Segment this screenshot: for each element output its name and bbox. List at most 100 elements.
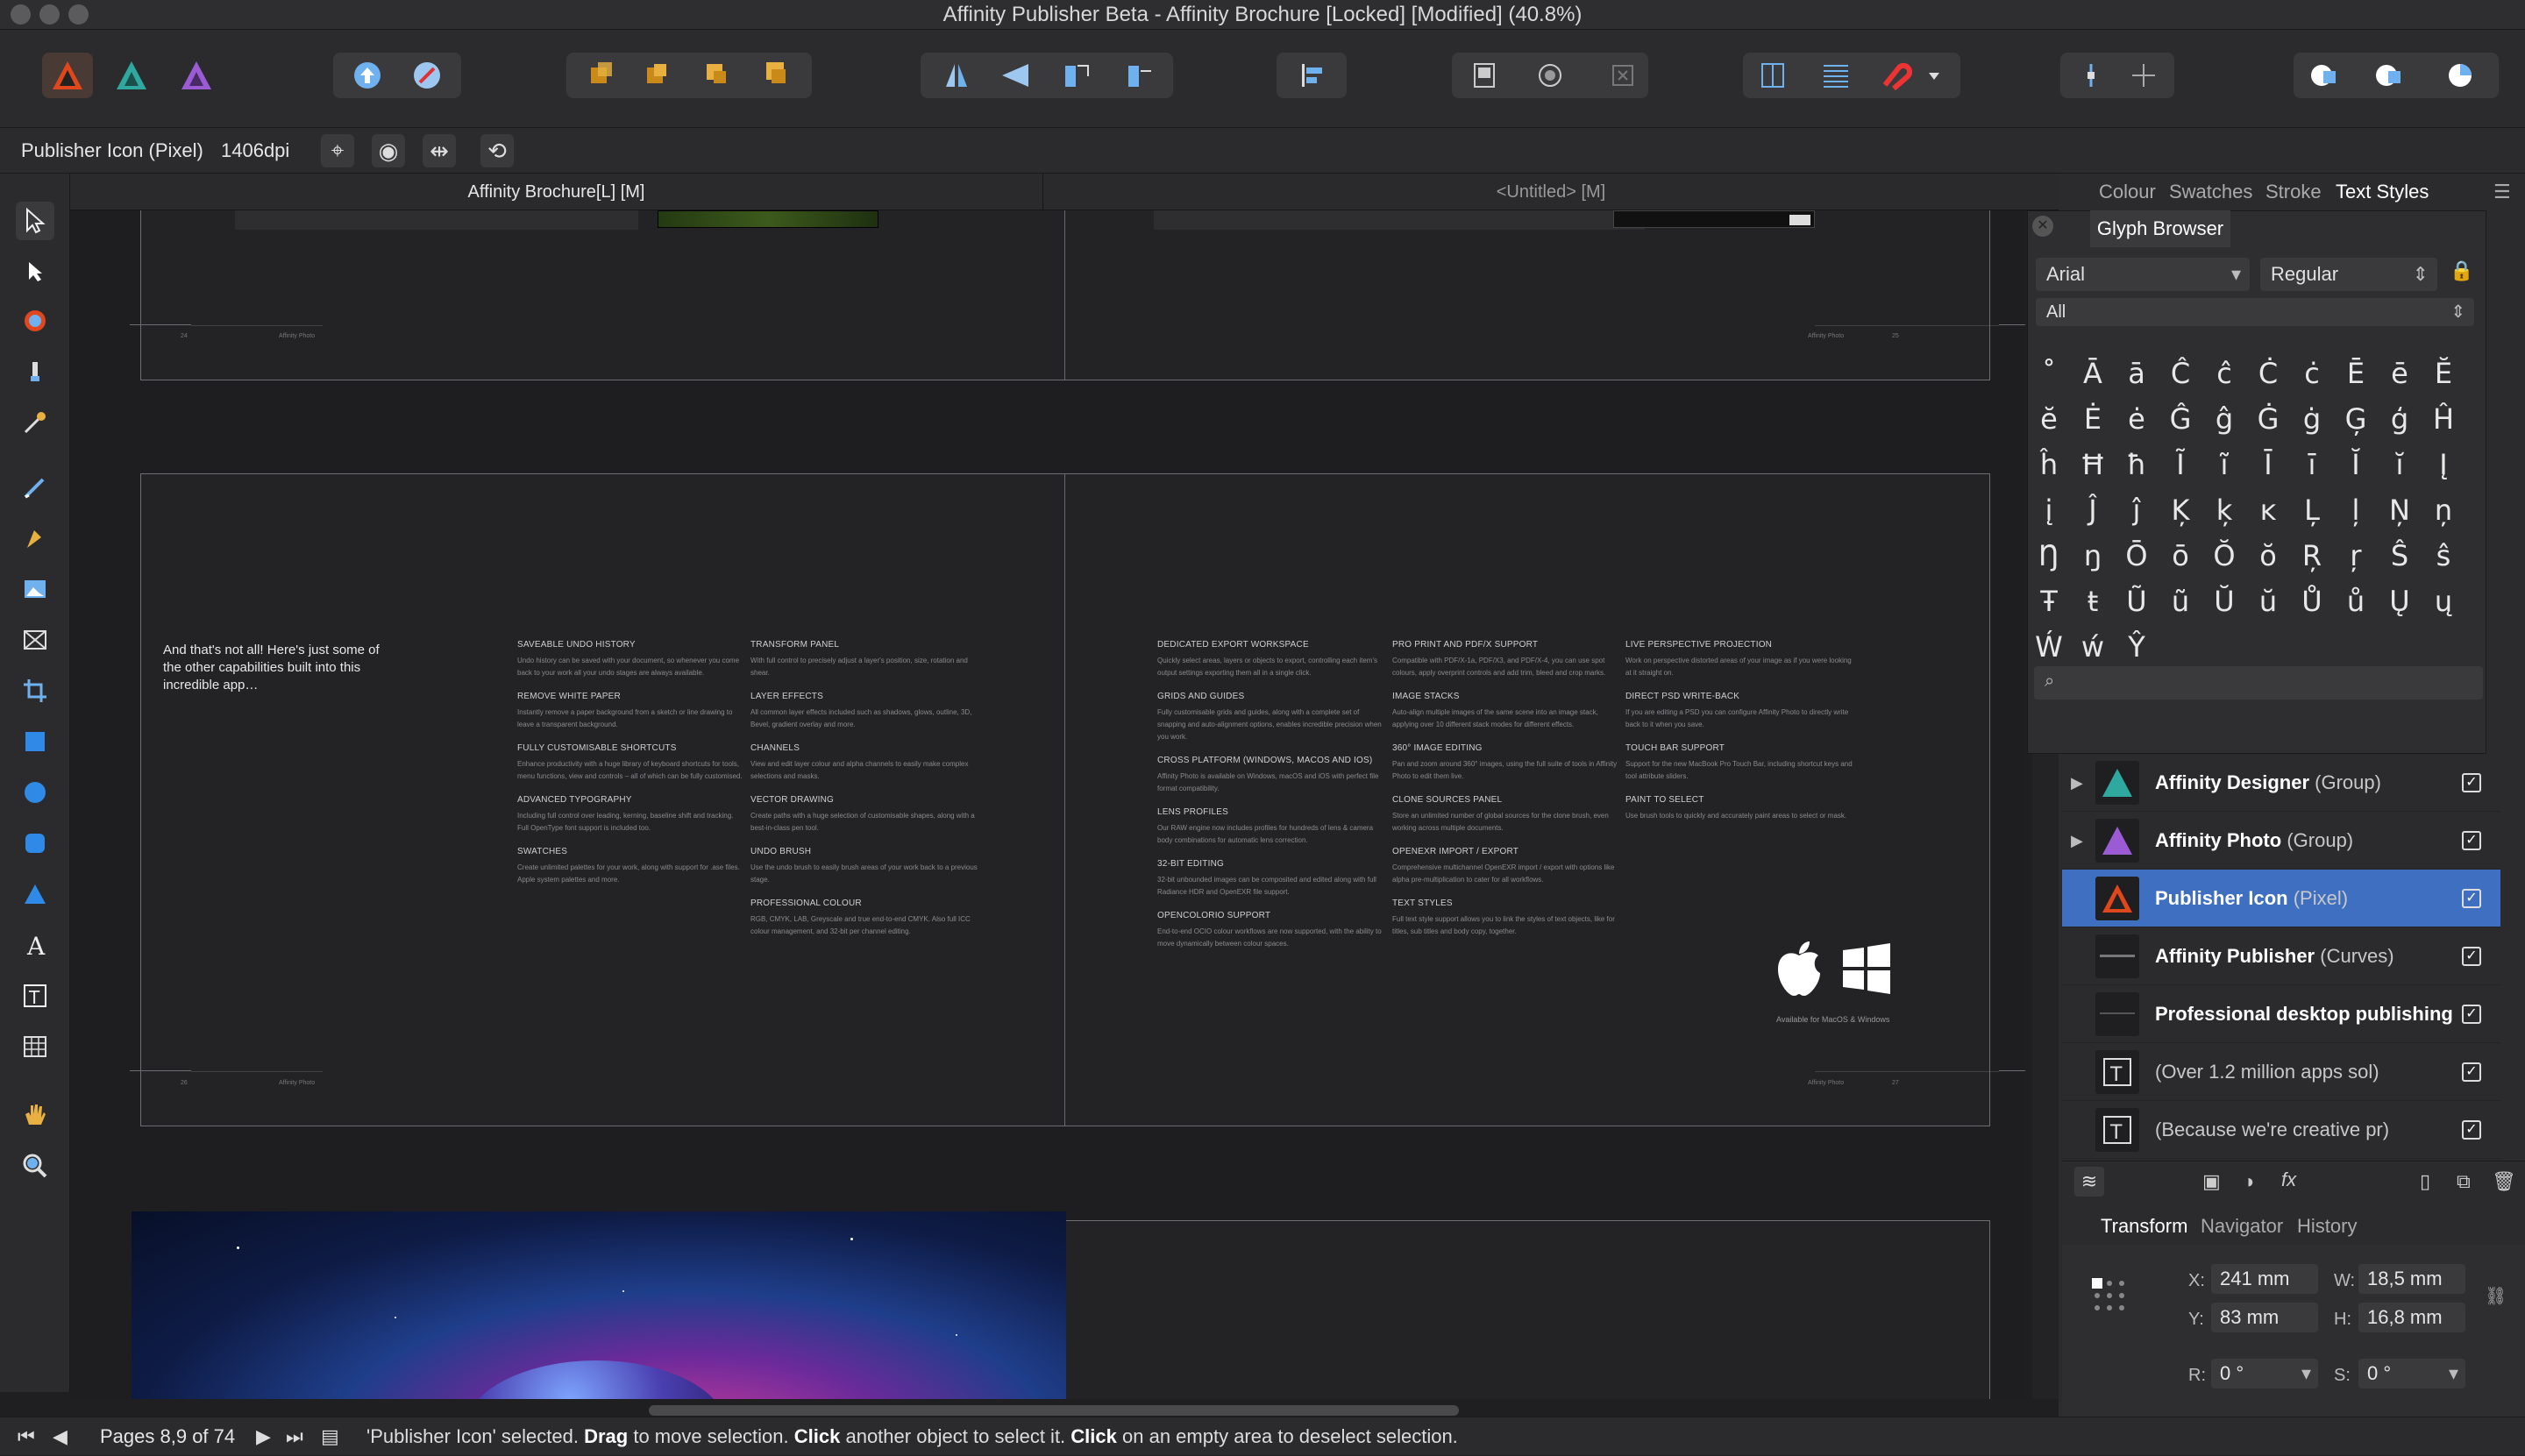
layer-row[interactable]: T (Because we're creative pr) ✓ [2062,1101,2500,1159]
glyph-cell[interactable]: Ĕ [2435,357,2452,390]
glyph-cell[interactable]: Ů [2301,585,2322,618]
glyph-cell[interactable]: Ĵ [2088,494,2096,527]
ellipse-tool-icon[interactable] [16,773,54,812]
pencil-tool-icon[interactable] [16,468,54,507]
glyph-cell[interactable]: ĕ [2040,402,2058,436]
glyph-cell[interactable]: ŭ [2259,585,2277,618]
previous-page-icon[interactable]: ◀ [53,1417,68,1456]
zoom-tool-icon[interactable] [16,1147,54,1185]
tab-colour[interactable]: Colour [2099,174,2156,210]
glyph-cell[interactable]: ĝ [2216,402,2233,436]
glyph-cell[interactable]: ĉ [2216,357,2232,390]
glyph-cell[interactable]: Ģ [2345,402,2367,436]
glyph-cell[interactable]: ŝ [2436,539,2451,572]
expand-arrow-icon[interactable]: ▶ [2071,754,2083,812]
glyph-cell[interactable]: Ķ [2172,494,2190,527]
glyph-cell[interactable]: ĭ [2396,448,2404,481]
eyedropper-icon[interactable] [16,403,54,442]
pages-panel-icon[interactable]: ▤ [321,1417,339,1456]
glyph-cell[interactable]: Ĭ [2351,448,2359,481]
layer-row[interactable]: Professional desktop publishing ✓ [2062,985,2500,1043]
first-page-icon[interactable]: ⏮ [18,1417,35,1456]
glyph-cell[interactable]: Ė [2084,402,2102,436]
colour-picker-icon[interactable] [16,302,54,340]
add-page-icon[interactable]: ▯ [2420,1170,2430,1193]
glyph-grid[interactable]: ˚ Āā Ĉĉ Ċċ Ēē Ĕĕ Ėė Ĝĝ Ġġ Ģģ Ĥĥ Ħħ Ĩĩ Īī Ĭĭ Įį Ĵĵ Ķķ ĸ Ļļ Ņņ… [2027,351,2465,664]
tab-text-styles[interactable]: Text Styles [2336,174,2429,210]
tab-untitled[interactable]: <Untitled> [M] [1043,174,2059,210]
glyph-cell[interactable]: Ņ [2389,494,2410,527]
mask-icon[interactable]: ▣ [2202,1170,2221,1193]
layer-visibility-checkbox[interactable]: ✓ [2462,831,2481,850]
glyph-cell[interactable]: Ī [2264,448,2272,481]
glyph-cell[interactable]: ų [2435,585,2452,618]
glyph-cell[interactable]: Ē [2347,357,2365,390]
eye-icon[interactable]: ◉ [372,134,405,167]
node-tool-icon[interactable] [16,252,54,291]
glyph-cell[interactable]: Ĝ [2170,402,2192,436]
next-page-icon[interactable]: ▶ [256,1417,271,1456]
x-field[interactable]: 241 mm [2211,1264,2318,1294]
glyph-cell[interactable]: ĩ [2221,448,2229,481]
rounded-rect-tool-icon[interactable] [16,824,54,863]
link-icon[interactable]: ⛓ [2485,1285,2507,1307]
glyph-cell[interactable]: Ō [2125,539,2147,572]
glyph-cell[interactable]: Ẃ [2035,630,2063,664]
glyph-cell[interactable]: ō [2172,539,2189,572]
glyph-browser-title[interactable]: Glyph Browser [2090,210,2230,247]
glyph-cell[interactable]: Ħ [2080,448,2105,481]
glyph-cell[interactable]: ẃ [2081,630,2104,664]
layer-visibility-checkbox[interactable]: ✓ [2462,947,2481,966]
glyph-cell[interactable]: ā [2128,357,2145,390]
glyph-cell[interactable]: Ĥ [2433,402,2454,436]
glyph-cell[interactable]: ļ [2352,494,2360,527]
panel-menu-icon[interactable]: ☰ [2493,174,2511,210]
glyph-cell[interactable]: ĸ [2260,494,2277,527]
rotation-field[interactable]: 0 ° ▾ [2211,1359,2318,1389]
horizontal-scrollbar[interactable] [649,1405,1459,1416]
move-tool-icon[interactable] [16,202,54,240]
rectangle-tool-icon[interactable] [16,722,54,761]
layer-visibility-checkbox[interactable]: ✓ [2462,889,2481,908]
shear-field[interactable]: 0 ° ▾ [2358,1359,2465,1389]
glyph-cell[interactable]: ŧ [2088,585,2099,618]
glyph-cell[interactable]: Ŝ [2391,539,2408,572]
tab-stroke[interactable]: Stroke [2265,174,2322,210]
glyph-cell[interactable]: ķ [2216,494,2233,527]
trash-icon[interactable]: 🗑 [2492,1170,2516,1193]
glyph-cell[interactable]: Ŧ [2040,585,2058,618]
layer-visibility-checkbox[interactable]: ✓ [2462,1062,2481,1082]
glyph-cell[interactable]: ŗ [2350,539,2361,572]
glyph-cell[interactable]: Ŭ [2214,585,2234,618]
crop-tool-icon[interactable] [16,671,54,710]
layer-visibility-checkbox[interactable]: ✓ [2462,1120,2481,1140]
publisher-persona-icon[interactable] [42,53,93,98]
glyph-cell[interactable]: Ũ [2126,585,2146,618]
fit-icon[interactable]: ⇹ [423,134,456,167]
glyph-cell[interactable]: ċ [2304,357,2320,390]
frame-x-icon[interactable] [16,621,54,659]
glyph-cell[interactable]: Ā [2083,357,2102,390]
glyph-cell[interactable]: ė [2128,402,2145,436]
glyph-cell[interactable]: Ĉ [2171,357,2190,390]
h-field[interactable]: 16,8 mm [2358,1303,2465,1332]
picture-frame-icon[interactable] [16,570,54,608]
glyph-cell[interactable]: ĥ [2040,448,2058,481]
layer-row[interactable]: ▶ Affinity Photo (Group) ✓ [2062,812,2500,870]
glyph-cell[interactable]: Ų [2389,585,2409,618]
upload-icon[interactable] [350,58,385,93]
glyph-cell[interactable]: Į [2439,448,2447,481]
layer-row[interactable]: Affinity Publisher (Curves) ✓ [2062,927,2500,985]
layer-visibility-checkbox[interactable]: ✓ [2462,1005,2481,1024]
last-page-icon[interactable]: ⏭ [286,1417,303,1456]
preflight-icon[interactable] [409,58,445,93]
glyph-cell[interactable]: Ŷ [2128,630,2145,664]
tab-history[interactable]: History [2297,1208,2357,1245]
close-icon[interactable]: ✕ [2032,216,2053,237]
fx-icon[interactable]: fx [2281,1168,2296,1191]
anchor-point-selector[interactable] [2090,1276,2125,1311]
crosshair-icon[interactable]: ⌖ [321,134,354,167]
layer-row[interactable]: Publisher Icon (Pixel) ✓ [2062,870,2500,927]
glyph-search-input[interactable]: ⌕ [2034,666,2483,700]
glyph-cell[interactable]: ħ [2127,448,2146,481]
